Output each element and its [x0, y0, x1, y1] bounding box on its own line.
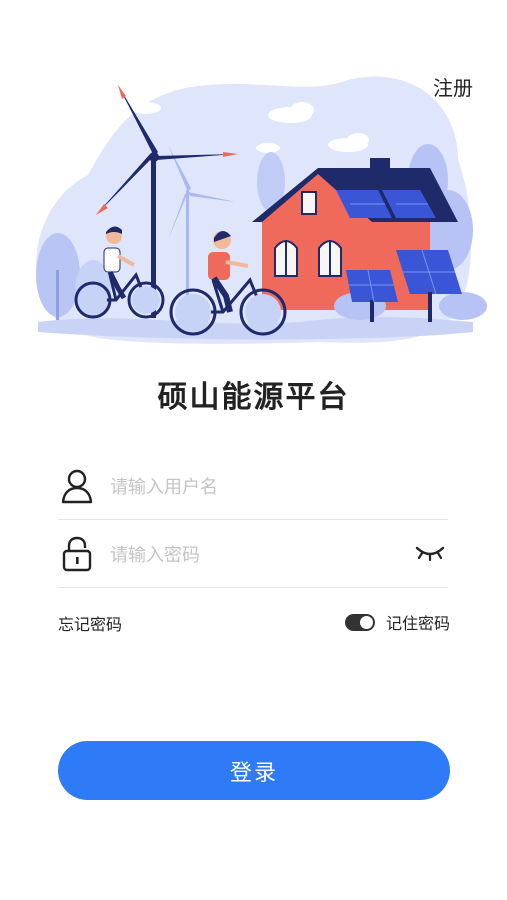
password-field: [58, 520, 448, 588]
hero-illustration: [36, 76, 487, 344]
app-title: 硕山能源平台: [157, 380, 350, 415]
forgot-password-link[interactable]: 忘记密码: [58, 611, 122, 635]
login-options: 忘记密码 记住密码: [58, 608, 450, 636]
remember-password-label: 记住密码: [385, 614, 450, 633]
lock-icon: [62, 536, 92, 572]
remember-password-toggle[interactable]: [344, 613, 375, 631]
username-input[interactable]: [108, 470, 402, 504]
login-button[interactable]: 登录: [58, 741, 450, 800]
user-icon: [61, 469, 93, 504]
toggle-knob: [359, 615, 373, 629]
password-input[interactable]: [108, 538, 402, 572]
remember-password: 记住密码: [344, 608, 450, 636]
eye-closed-icon[interactable]: [414, 544, 446, 564]
username-field: [58, 452, 448, 520]
